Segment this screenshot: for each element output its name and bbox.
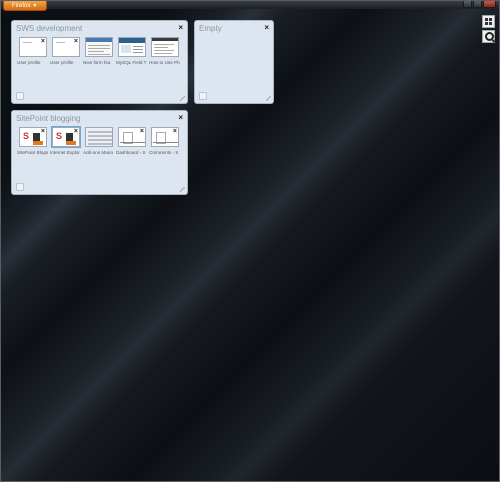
tab-title: Internet Explor xyxy=(50,150,80,155)
close-icon[interactable]: × xyxy=(74,128,78,135)
resize-handle[interactable] xyxy=(266,96,271,101)
close-icon[interactable]: × xyxy=(41,38,45,45)
tab-thumbnail[interactable]: How to Use Ph xyxy=(149,37,180,65)
tab-thumbnail[interactable]: × User profile xyxy=(50,37,80,65)
tab-title: User profile xyxy=(50,60,74,65)
tab-thumbnail[interactable]: MySQL Field T xyxy=(116,37,146,65)
window-controls xyxy=(463,1,496,8)
tab-thumbnail[interactable]: Add-ons Mana xyxy=(83,127,113,155)
maximize-button[interactable] xyxy=(473,1,482,8)
tab-title: SitePoint Blogs xyxy=(17,150,49,155)
tab-thumbnail[interactable]: New form fea xyxy=(83,37,113,65)
group-close-icon[interactable]: × xyxy=(178,23,183,32)
tab-thumbnail[interactable]: S × Internet Explor xyxy=(50,126,81,155)
window-close-button[interactable] xyxy=(483,1,496,8)
tab-groups-button[interactable] xyxy=(482,15,495,28)
minimize-button[interactable] xyxy=(463,1,472,8)
new-tab-icon[interactable] xyxy=(16,92,24,100)
panorama-toolbar xyxy=(482,15,495,43)
new-tab-icon[interactable] xyxy=(199,92,207,100)
grid-icon xyxy=(485,18,492,25)
title-bar: Firefox ▼ xyxy=(1,1,499,11)
tab-title: Dashboard - S xyxy=(116,150,146,155)
resize-handle[interactable] xyxy=(180,96,185,101)
tab-title: Comments - S xyxy=(149,150,179,155)
group-close-icon[interactable]: × xyxy=(264,23,269,32)
group-title[interactable]: SitePoint blogging xyxy=(16,114,81,123)
search-icon xyxy=(485,32,494,41)
tab-title: User profile xyxy=(17,60,41,65)
close-icon[interactable]: × xyxy=(173,128,177,135)
tab-thumbnail[interactable]: × Comments - S xyxy=(149,127,179,155)
group-title[interactable]: Empty xyxy=(199,24,222,33)
firefox-menu-button[interactable]: Firefox ▼ xyxy=(3,1,47,11)
close-icon[interactable]: × xyxy=(74,38,78,45)
chevron-down-icon: ▼ xyxy=(32,2,38,9)
group-close-icon[interactable]: × xyxy=(178,113,183,122)
tab-thumbnail[interactable]: × User profile xyxy=(17,37,47,65)
tab-title: MySQL Field T xyxy=(116,60,147,65)
tab-title: How to Use Ph xyxy=(149,60,180,65)
close-icon[interactable]: × xyxy=(41,128,45,135)
tab-group-empty[interactable]: Empty × xyxy=(194,20,274,104)
tab-title: New form fea xyxy=(83,60,111,65)
group-title[interactable]: SWS development xyxy=(16,24,82,33)
tab-title: Add-ons Mana xyxy=(83,150,113,155)
new-tab-icon[interactable] xyxy=(16,183,24,191)
resize-handle[interactable] xyxy=(180,187,185,192)
tab-group-sws-development[interactable]: SWS development × × User profile × User … xyxy=(11,20,188,104)
tab-group-sitepoint-blogging[interactable]: SitePoint blogging × S × SitePoint Blogs … xyxy=(11,110,188,195)
close-icon[interactable]: × xyxy=(140,128,144,135)
tab-thumbnail[interactable]: × Dashboard - S xyxy=(116,127,146,155)
tab-thumbnail[interactable]: S × SitePoint Blogs xyxy=(17,127,48,155)
browser-window: Firefox ▼ SWS development × × User profi… xyxy=(0,0,500,482)
firefox-menu-label: Firefox xyxy=(12,2,31,9)
search-button[interactable] xyxy=(482,30,495,43)
